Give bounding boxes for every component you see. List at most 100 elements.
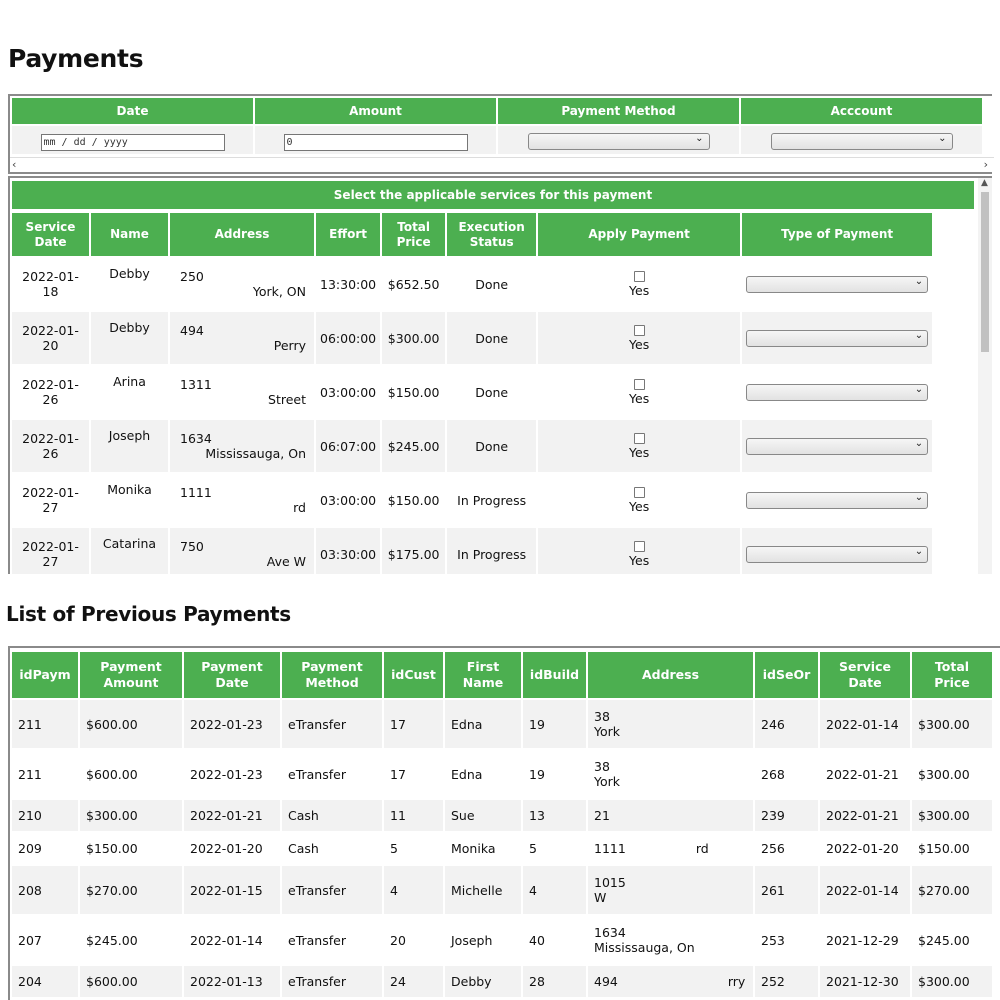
payment-amount-header: Payment Amount xyxy=(80,652,182,698)
id-service-order: 252 xyxy=(755,966,818,997)
address-header: Address xyxy=(170,213,314,256)
payment-method-cell: ⌄ xyxy=(498,126,739,154)
service-date-header: Service Date xyxy=(820,652,910,698)
service-address: 1634 Mississauga, On xyxy=(170,420,314,472)
total-price: $300.00 xyxy=(912,800,992,831)
address-line-2: Mississauga, On xyxy=(205,446,306,461)
scroll-right-icon[interactable]: › xyxy=(984,158,988,171)
id-payment: 204 xyxy=(12,966,78,997)
total-price: $270.00 xyxy=(912,866,992,914)
payment-method-header: Payment Method xyxy=(282,652,382,698)
type-of-payment-select[interactable]: ⌄ xyxy=(746,275,929,293)
services-panel: Select the applicable services for this … xyxy=(8,176,992,574)
address-line-1: 750 xyxy=(180,539,204,554)
payment-date: 2022-01-15 xyxy=(184,866,280,914)
chevron-down-icon: ⌄ xyxy=(914,383,924,395)
payment-date: 2022-01-20 xyxy=(184,833,280,864)
payment-amount: $600.00 xyxy=(80,700,182,748)
type-of-payment-header: Type of Payment xyxy=(742,213,933,256)
payment-row: 211 $600.00 2022-01-23 eTransfer 17 Edna 19 38 Y… xyxy=(12,750,992,798)
id-service-order: 268 xyxy=(755,750,818,798)
building-address: 38 York xyxy=(588,700,753,748)
id-customer: 17 xyxy=(384,700,443,748)
service-date: 2022-01-27 xyxy=(12,528,89,574)
previous-payments-table: idPaym Payment Amount Payment Date Payme… xyxy=(10,650,994,999)
payment-amount: $300.00 xyxy=(80,800,182,831)
first-name: Edna xyxy=(445,700,521,748)
scroll-left-icon[interactable]: ‹ xyxy=(12,158,16,171)
id-payment: 207 xyxy=(12,916,78,964)
vertical-scrollbar[interactable]: ▲ xyxy=(978,178,992,574)
service-date-header: Service Date xyxy=(12,213,89,256)
type-of-payment-select[interactable]: ⌄ xyxy=(746,383,929,401)
payment-method: eTransfer xyxy=(282,966,382,997)
execution-status: Done xyxy=(447,366,537,418)
service-date: 2022-01-20 xyxy=(820,833,910,864)
first-name: Sue xyxy=(445,800,521,831)
execution-status: Done xyxy=(447,420,537,472)
address-line-2: rry xyxy=(727,974,746,989)
payment-row: 211 $600.00 2022-01-23 eTransfer 17 Edna 19 38 Y… xyxy=(12,700,992,748)
payment-date: 2022-01-23 xyxy=(184,750,280,798)
address-line-2: Street xyxy=(268,392,306,407)
customer-name: Debby xyxy=(91,312,168,364)
type-of-payment-select[interactable]: ⌄ xyxy=(746,545,929,563)
apply-payment-cell: Yes xyxy=(538,474,741,526)
building-address: 21 xyxy=(588,800,753,831)
customer-name: Arina xyxy=(91,366,168,418)
name-header: Name xyxy=(91,213,168,256)
address-line-1: 38 xyxy=(594,759,610,774)
service-date: 2022-01-21 xyxy=(820,750,910,798)
address-line-2: Perry xyxy=(273,338,306,353)
first-name: Edna xyxy=(445,750,521,798)
apply-payment-checkbox[interactable] xyxy=(633,433,645,444)
id-payment-header: idPaym xyxy=(12,652,78,698)
service-date: 2022-01-26 xyxy=(12,366,89,418)
apply-payment-cell: Yes xyxy=(538,528,741,574)
account-select[interactable]: ⌄ xyxy=(770,132,953,150)
horizontal-scrollbar[interactable]: ‹ › xyxy=(10,157,994,172)
services-banner: Select the applicable services for this … xyxy=(12,181,974,209)
address-line-1: 1015 xyxy=(594,875,626,890)
payment-row: 204 $600.00 2022-01-13 eTransfer 24 Debby 28 49… xyxy=(12,966,992,997)
service-address: 250 York, ON xyxy=(170,258,314,310)
apply-payment-checkbox[interactable] xyxy=(633,271,645,282)
payment-amount: $600.00 xyxy=(80,750,182,798)
id-building: 19 xyxy=(523,750,586,798)
id-payment: 210 xyxy=(12,800,78,831)
id-building: 13 xyxy=(523,800,586,831)
execution-status: Done xyxy=(447,258,537,310)
type-of-payment-select[interactable]: ⌄ xyxy=(746,437,929,455)
apply-payment-checkbox[interactable] xyxy=(633,379,645,390)
payment-date: 2022-01-23 xyxy=(184,700,280,748)
apply-payment-checkbox[interactable] xyxy=(633,487,645,498)
execution-status: In Progress xyxy=(447,528,537,574)
type-of-payment-select[interactable]: ⌄ xyxy=(746,491,929,509)
service-date: 2022-01-27 xyxy=(12,474,89,526)
date-input[interactable]: mm / dd / yyyy xyxy=(40,133,225,151)
total-price: $150.00 xyxy=(382,474,446,526)
date-cell: mm / dd / yyyy xyxy=(12,126,253,154)
payment-row: 207 $245.00 2022-01-14 eTransfer 20 Joseph 40 1… xyxy=(12,916,992,964)
total-price-header: Total Price xyxy=(382,213,446,256)
address-line-2: rd xyxy=(695,841,709,856)
apply-payment-checkbox[interactable] xyxy=(633,325,645,336)
apply-payment-checkbox[interactable] xyxy=(633,541,645,552)
customer-name: Catarina xyxy=(91,528,168,574)
building-address: 1015 W xyxy=(588,866,753,914)
scroll-up-icon[interactable]: ▲ xyxy=(981,178,988,188)
type-of-payment-cell: ⌄ xyxy=(742,312,933,364)
scrollbar-thumb[interactable] xyxy=(981,192,989,352)
address-line-1: 1311 xyxy=(180,377,212,392)
id-service-order-header: idSeOr xyxy=(755,652,818,698)
payment-method: eTransfer xyxy=(282,866,382,914)
amount-input[interactable]: 0 xyxy=(283,133,468,151)
id-building: 5 xyxy=(523,833,586,864)
effort-header: Effort xyxy=(316,213,381,256)
address-line-2: W xyxy=(594,890,607,905)
type-of-payment-select[interactable]: ⌄ xyxy=(746,329,929,347)
total-price: $300.00 xyxy=(912,700,992,748)
apply-payment-cell: Yes xyxy=(538,366,741,418)
payment-method-select[interactable]: ⌄ xyxy=(527,132,710,150)
chevron-down-icon: ⌄ xyxy=(914,329,924,341)
